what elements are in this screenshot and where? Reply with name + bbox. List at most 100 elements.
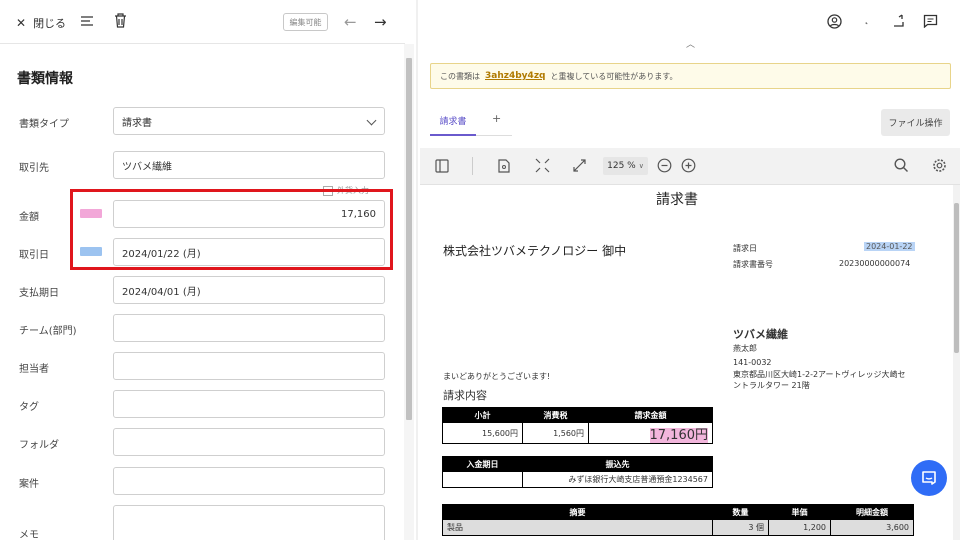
owner-label: 担当者 bbox=[19, 364, 49, 375]
trash-icon bbox=[115, 13, 126, 28]
summary-total: 17,160円 bbox=[649, 427, 708, 443]
payment-header-row: 入金期日 振込先 bbox=[442, 456, 713, 472]
summary-table: 小計 消費税 請求金額 15,600円 1,560円 17,160円 bbox=[442, 407, 713, 444]
notice-prefix: この書類は bbox=[440, 71, 480, 81]
left-scrollbar-thumb[interactable] bbox=[406, 58, 412, 420]
fit-width-icon[interactable] bbox=[535, 158, 550, 173]
zoom-value: 125 % bbox=[607, 161, 636, 171]
item-desc: 製品 bbox=[442, 519, 713, 536]
left-scrollbar[interactable] bbox=[404, 44, 414, 540]
folder-field[interactable] bbox=[113, 428, 385, 456]
highlight-box bbox=[70, 189, 393, 270]
viewer-toolbar: 125 % ∨ bbox=[420, 148, 960, 185]
user-circle-icon[interactable] bbox=[827, 14, 842, 29]
greeting: まいどありがとうございます! bbox=[443, 372, 551, 381]
page-fit-icon[interactable] bbox=[498, 159, 510, 173]
arrow-left-icon: ← bbox=[344, 13, 357, 31]
table-row: 製品 3 個 1,200 3,600 bbox=[442, 519, 914, 536]
viewer-scrollbar-thumb[interactable] bbox=[954, 203, 959, 353]
invoice-page: 請求書 株式会社ツバメテクノロジー 御中 請求日 2024-01-22 請求書番… bbox=[420, 185, 955, 540]
payment-due bbox=[442, 471, 523, 488]
project-label: 案件 bbox=[19, 479, 39, 490]
expand-icon[interactable] bbox=[572, 158, 587, 173]
partner-field[interactable]: ツバメ繊維 bbox=[113, 151, 385, 179]
summary-header-row: 小計 消費税 請求金額 bbox=[442, 407, 713, 423]
document-tabs: 請求書 + bbox=[430, 106, 512, 136]
summary-header-total: 請求金額 bbox=[588, 407, 713, 423]
zoom-out-icon[interactable] bbox=[657, 158, 672, 173]
collapse-icon[interactable]: ︿ bbox=[686, 37, 695, 50]
chevron-down-icon bbox=[366, 115, 377, 126]
chat-icon bbox=[922, 471, 936, 485]
invoice-recipient: 株式会社ツバメテクノロジー 御中 bbox=[443, 244, 627, 258]
doc-type-label: 書類タイプ bbox=[19, 119, 69, 130]
duplicate-notice: この書類は 3ahz4by4zq と重複している可能性があります。 bbox=[430, 63, 951, 89]
tag-field[interactable] bbox=[113, 390, 385, 418]
tab-invoice[interactable]: 請求書 bbox=[430, 106, 476, 136]
arrow-right-icon: → bbox=[374, 13, 387, 31]
gear-icon[interactable] bbox=[932, 158, 947, 173]
zoom-in-icon[interactable] bbox=[681, 158, 696, 173]
trade-date-label: 取引日 bbox=[19, 250, 49, 261]
items-header-desc: 摘要 bbox=[442, 504, 713, 520]
invoice-date-value: 2024-01-22 bbox=[864, 242, 915, 251]
comment-icon[interactable] bbox=[923, 14, 938, 28]
prev-button[interactable]: ← bbox=[344, 13, 357, 31]
invoice-number-label: 請求書番号 bbox=[733, 260, 773, 269]
folder-label: フォルダ bbox=[19, 440, 59, 451]
item-qty: 3 個 bbox=[712, 519, 769, 536]
section-title: 書類情報 bbox=[17, 71, 73, 87]
left-toolbar: ✕ 閉じる 編集可能 ← → bbox=[0, 0, 405, 44]
file-operations-button[interactable]: ファイル操作 bbox=[881, 109, 950, 136]
invoice-number-value: 20230000000074 bbox=[839, 259, 911, 268]
items-header-row: 摘要 数量 単価 明細金額 bbox=[442, 504, 914, 520]
delete-button[interactable] bbox=[114, 13, 127, 28]
list-icon bbox=[81, 16, 93, 26]
next-button[interactable]: → bbox=[374, 13, 387, 31]
toolbar-separator bbox=[472, 157, 473, 175]
amount-label: 金額 bbox=[19, 212, 39, 223]
partner-label: 取引先 bbox=[19, 163, 49, 174]
issuer-name: ツバメ繊維 bbox=[733, 328, 788, 341]
due-date-value: 2024/04/01 (月) bbox=[122, 286, 201, 298]
invoice-title: 請求書 bbox=[656, 192, 698, 208]
item-price: 1,200 bbox=[768, 519, 831, 536]
summary-subtotal: 15,600円 bbox=[442, 422, 523, 444]
doc-type-select[interactable]: 請求書 bbox=[113, 107, 385, 135]
invoice-date-label: 請求日 bbox=[733, 244, 757, 253]
due-date-field[interactable]: 2024/04/01 (月) bbox=[113, 276, 385, 304]
pane-divider[interactable] bbox=[416, 0, 418, 540]
add-tab-button[interactable]: + bbox=[492, 112, 501, 125]
viewer-scrollbar[interactable] bbox=[953, 185, 960, 540]
search-icon[interactable] bbox=[894, 158, 909, 173]
project-field[interactable] bbox=[113, 467, 385, 495]
share-icon[interactable] bbox=[892, 14, 906, 28]
items-table: 摘要 数量 単価 明細金額 製品 3 個 1,200 3,600 bbox=[442, 504, 914, 536]
team-field[interactable] bbox=[113, 314, 385, 342]
summary-value-row: 15,600円 1,560円 17,160円 bbox=[442, 422, 713, 444]
close-button[interactable]: ✕ 閉じる bbox=[16, 15, 66, 31]
memo-field[interactable] bbox=[113, 505, 385, 540]
right-toolbar: ˛ ︿ bbox=[418, 0, 960, 50]
owner-field[interactable] bbox=[113, 352, 385, 380]
payment-table: 入金期日 振込先 みずほ銀行大崎支店普通預金1234567 bbox=[442, 456, 713, 488]
payment-header-due: 入金期日 bbox=[442, 456, 523, 472]
dot-icon[interactable]: ˛ bbox=[864, 14, 869, 25]
notice-suffix: と重複している可能性があります。 bbox=[550, 71, 678, 81]
zoom-select[interactable]: 125 % ∨ bbox=[603, 157, 648, 175]
chat-support-button[interactable] bbox=[911, 460, 947, 496]
payment-header-bank: 振込先 bbox=[522, 456, 713, 472]
editable-badge: 編集可能 bbox=[283, 13, 328, 31]
issuer-address-2: ントラルタワー 21階 bbox=[733, 381, 810, 390]
team-label: チーム(部門) bbox=[19, 326, 77, 337]
issuer-person: 燕太郎 bbox=[733, 344, 757, 353]
doc-type-value: 請求書 bbox=[122, 117, 152, 129]
menu-button[interactable] bbox=[80, 14, 94, 28]
sidebar-toggle-icon[interactable] bbox=[435, 159, 449, 173]
close-icon: ✕ bbox=[16, 16, 27, 30]
duplicate-link[interactable]: 3ahz4by4zq bbox=[485, 71, 546, 81]
tag-label: タグ bbox=[19, 402, 39, 413]
items-header-price: 単価 bbox=[768, 504, 831, 520]
payment-value-row: みずほ銀行大崎支店普通預金1234567 bbox=[442, 471, 713, 488]
partner-value: ツバメ繊維 bbox=[122, 161, 172, 173]
